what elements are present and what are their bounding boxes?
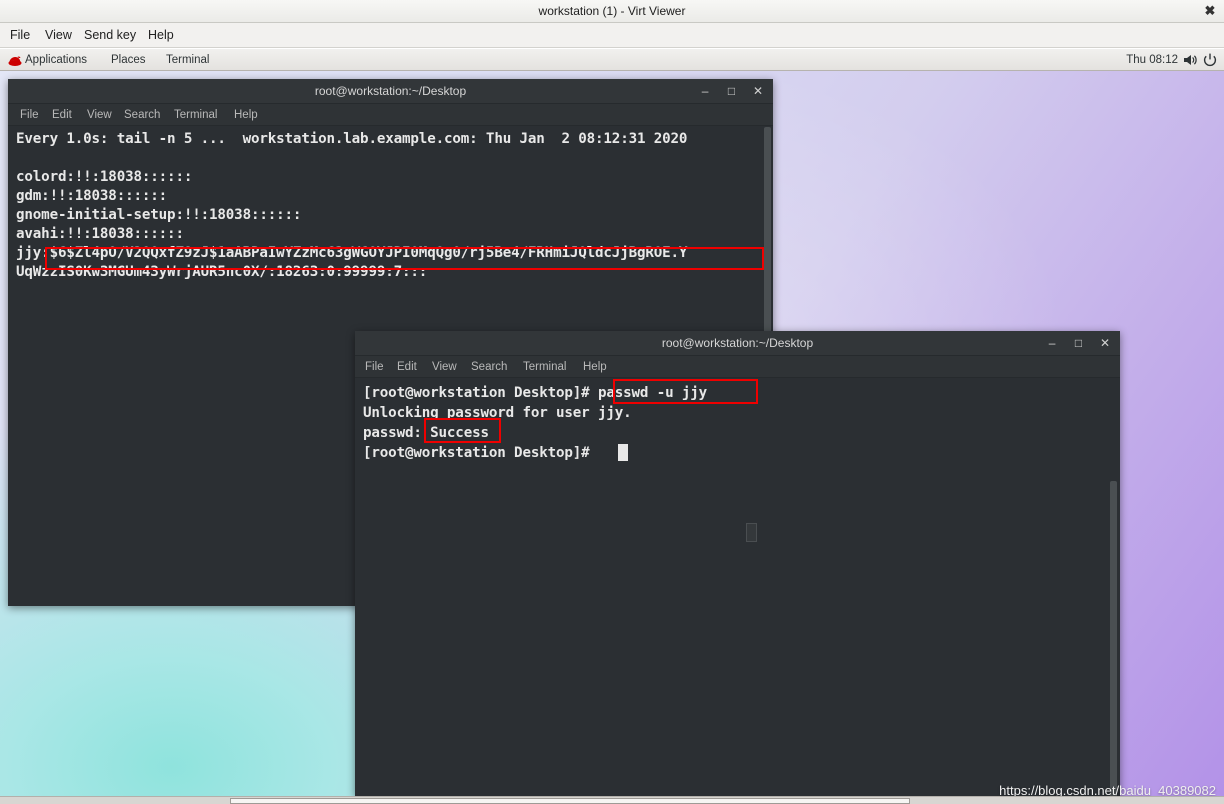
term1-line-4: gnome-initial-setup:!!:18038:::::: [16, 207, 302, 223]
term1-line-5: avahi:!!:18038:::::: [16, 226, 184, 242]
redhat-logo-icon [8, 54, 22, 66]
panel-places[interactable]: Places [111, 49, 146, 71]
passwd-terminal-body[interactable]: [root@workstation Desktop]# passwd -u jj… [355, 378, 1120, 796]
watch-terminal-titlebar[interactable]: root@workstation:~/Desktop – □ ✕ [8, 79, 773, 104]
maximize-icon[interactable]: □ [1068, 331, 1090, 356]
term1-menu-terminal[interactable]: Terminal [174, 104, 217, 126]
passwd-terminal-titlebar[interactable]: root@workstation:~/Desktop – □ ✕ [355, 331, 1120, 356]
watch-terminal-window-buttons: – □ ✕ [694, 79, 769, 104]
maximize-icon[interactable]: □ [721, 79, 743, 104]
term2-menu-view[interactable]: View [432, 356, 457, 378]
window-menubar: File View Send key Help [0, 23, 1224, 48]
passwd-terminal-window[interactable]: root@workstation:~/Desktop – □ ✕ File Ed… [355, 331, 1120, 796]
virt-viewer-window: workstation (1) - Virt Viewer ✖ File Vie… [0, 0, 1224, 804]
viewer-horizontal-scrollbar[interactable] [0, 796, 1224, 804]
watch-terminal-title: root@workstation:~/Desktop [314, 84, 467, 98]
volume-icon[interactable] [1182, 52, 1198, 68]
term1-menu-search[interactable]: Search [124, 104, 160, 126]
term2-menu-terminal[interactable]: Terminal [523, 356, 566, 378]
panel-clock[interactable]: Thu 08:12 [1126, 49, 1178, 71]
term1-line-7: UqWzzIS0Kw3MGUm43yWrjAUR5nc0X/:18263:0:9… [16, 264, 428, 280]
term2-menu-file[interactable]: File [365, 356, 384, 378]
viewer-horizontal-scrollbar-thumb[interactable] [230, 798, 910, 804]
term2-vertical-scrollbar[interactable] [1110, 481, 1117, 796]
passwd-terminal-window-buttons: – □ ✕ [1041, 331, 1116, 356]
term2-menu-search[interactable]: Search [471, 356, 507, 378]
close-icon[interactable]: ✖ [1202, 3, 1218, 19]
menu-send-key[interactable]: Send key [78, 23, 142, 48]
term1-line-0: Every 1.0s: tail -n 5 ... workstation.la… [16, 131, 688, 147]
menu-file[interactable]: File [4, 23, 36, 48]
term1-vertical-scrollbar[interactable] [764, 127, 771, 363]
gnome-top-panel: Applications Places Terminal Thu 08:12 [0, 49, 1224, 71]
minimize-icon[interactable]: – [1041, 331, 1063, 356]
term2-menu-help[interactable]: Help [583, 356, 607, 378]
passwd-terminal-menubar: File Edit View Search Terminal Help [355, 356, 1120, 378]
panel-applications[interactable]: Applications [25, 49, 87, 71]
term2-line-2: passwd: Success [363, 425, 489, 441]
minimize-icon[interactable]: – [694, 79, 716, 104]
term2-menu-edit[interactable]: Edit [397, 356, 417, 378]
window-titlebar: workstation (1) - Virt Viewer ✖ [0, 0, 1224, 23]
term1-menu-edit[interactable]: Edit [52, 104, 72, 126]
close-icon[interactable]: ✕ [747, 79, 769, 104]
passwd-terminal-title: root@workstation:~/Desktop [661, 336, 814, 350]
term2-line-1: Unlocking password for user jjy. [363, 405, 632, 421]
menu-view[interactable]: View [39, 23, 78, 48]
window-title: workstation (1) - Virt Viewer [538, 4, 686, 18]
term2-line-3: [root@workstation Desktop]# [363, 445, 598, 461]
term1-line-3: gdm:!!:18038:::::: [16, 188, 168, 204]
watch-terminal-menubar: File Edit View Search Terminal Help [8, 104, 773, 126]
term2-cursor [618, 444, 628, 461]
menu-help[interactable]: Help [142, 23, 180, 48]
term2-dim-cursor [746, 523, 757, 542]
close-icon[interactable]: ✕ [1094, 331, 1116, 356]
term1-menu-view[interactable]: View [87, 104, 112, 126]
term1-menu-help[interactable]: Help [234, 104, 258, 126]
power-icon[interactable] [1202, 52, 1218, 68]
term1-line-2: colord:!!:18038:::::: [16, 169, 193, 185]
panel-terminal[interactable]: Terminal [166, 49, 209, 71]
term2-line-0: [root@workstation Desktop]# passwd -u jj… [363, 385, 708, 401]
term1-line-6: jjy:$6$Zl4pO/V2QQxfZ9zJ$1aABPaIwYZzMc63g… [16, 245, 688, 261]
term1-menu-file[interactable]: File [20, 104, 39, 126]
